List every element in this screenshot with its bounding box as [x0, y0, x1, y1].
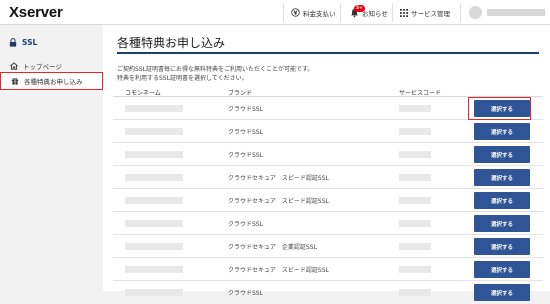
nav-notifications[interactable]: 5+ お知らせ — [350, 0, 388, 25]
service-code-redacted — [399, 105, 431, 112]
lock-icon — [9, 38, 17, 47]
service-code-redacted — [399, 128, 431, 135]
common-name-redacted — [125, 174, 183, 181]
description-line-2: 特典を利用するSSL証明書を選択してください。 — [117, 75, 248, 82]
yen-circle-icon — [291, 8, 300, 17]
nav-service-management-label: サービス管理 — [411, 9, 450, 18]
common-name-redacted — [125, 289, 183, 296]
column-header-common-name: コモンネーム — [125, 90, 161, 97]
sidebar-item-label: 各種特典お申し込み — [24, 78, 83, 86]
user-name-redacted[interactable] — [487, 9, 545, 16]
service-code-redacted — [399, 197, 431, 204]
table-row: クラウドセキュア スピード認証SSL 選択する — [113, 189, 543, 212]
select-button[interactable]: 選択する — [474, 123, 530, 140]
sidebar-item-benefits[interactable]: 各種特典お申し込み — [0, 72, 103, 90]
top-bar: Xserver 料金支払い 5+ お知らせ サービス管理 — [0, 0, 550, 25]
service-code-redacted — [399, 289, 431, 296]
divider — [460, 3, 461, 22]
table-row: クラウドSSL 選択する — [113, 281, 543, 304]
common-name-redacted — [125, 151, 183, 158]
brand-cell: クラウドSSL — [228, 152, 263, 159]
xserver-logo[interactable]: Xserver — [9, 4, 63, 21]
select-button[interactable]: 選択する — [474, 238, 530, 255]
brand-cell: クラウドSSL — [228, 221, 263, 228]
brand-cell: クラウドセキュア 企業認証SSL — [228, 244, 317, 251]
bell-icon: 5+ — [350, 4, 365, 18]
table-row: クラウドセキュア スピード認証SSL 選択する — [113, 166, 543, 189]
gift-icon — [11, 77, 19, 85]
table-row: クラウドセキュア 企業認証SSL 選択する — [113, 235, 543, 258]
nav-notifications-label: お知らせ — [362, 9, 388, 18]
notification-badge: 5+ — [354, 4, 365, 12]
title-underline — [117, 52, 539, 54]
sidebar-title-label: SSL — [22, 38, 38, 47]
main-panel: 各種特典お申し込み ご契約SSL証明書毎にお得な無料特典をご利用いただくことが可… — [103, 25, 550, 301]
common-name-redacted — [125, 266, 183, 273]
select-button[interactable]: 選択する — [474, 215, 530, 232]
column-header-brand: ブランド — [228, 90, 253, 97]
common-name-redacted — [125, 105, 183, 112]
sidebar-item-label: トップページ — [23, 63, 62, 71]
service-code-redacted — [399, 174, 431, 181]
common-name-redacted — [125, 243, 183, 250]
sidebar: SSL トップページ 各種特典お申し込み — [0, 25, 103, 291]
brand-cell: クラウドセキュア スピード認証SSL — [228, 267, 329, 274]
sidebar-title: SSL — [9, 38, 37, 47]
common-name-redacted — [125, 197, 183, 204]
service-code-redacted — [399, 243, 431, 250]
select-button[interactable]: 選択する — [474, 192, 530, 209]
description-line-1: ご契約SSL証明書毎にお得な無料特典をご利用いただくことが可能です。 — [117, 66, 314, 73]
grid-icon — [400, 8, 408, 17]
service-code-redacted — [399, 220, 431, 227]
divider — [392, 3, 393, 22]
page-title: 各種特典お申し込み — [117, 36, 226, 50]
home-icon — [10, 62, 18, 70]
nav-payment[interactable]: 料金支払い — [291, 0, 336, 25]
nav-payment-label: 料金支払い — [303, 9, 336, 18]
divider — [283, 3, 284, 22]
brand-cell: クラウドセキュア スピード認証SSL — [228, 198, 329, 205]
table-row: クラウドセキュア スピード認証SSL 選択する — [113, 258, 543, 281]
table-row: クラウドSSL 選択する — [113, 143, 543, 166]
table-row: クラウドSSL 選択する — [113, 120, 543, 143]
select-button[interactable]: 選択する — [474, 169, 530, 186]
nav-service-management[interactable]: サービス管理 — [400, 0, 450, 25]
select-button[interactable]: 選択する — [474, 284, 530, 301]
column-header-service-code: サービスコード — [399, 90, 442, 97]
brand-cell: クラウドSSL — [228, 129, 263, 136]
brand-cell: クラウドSSL — [228, 290, 263, 297]
brand-cell: クラウドセキュア スピード認証SSL — [228, 175, 329, 182]
select-button[interactable]: 選択する — [474, 261, 530, 278]
table-header: コモンネーム ブランド サービスコード — [113, 87, 543, 97]
select-button[interactable]: 選択する — [474, 146, 530, 163]
table-row: クラウドSSL 選択する — [113, 212, 543, 235]
service-code-redacted — [399, 151, 431, 158]
highlight-outline — [468, 97, 531, 120]
avatar[interactable] — [469, 6, 482, 19]
common-name-redacted — [125, 220, 183, 227]
divider — [340, 3, 341, 22]
service-code-redacted — [399, 266, 431, 273]
brand-cell: クラウドSSL — [228, 106, 263, 113]
common-name-redacted — [125, 128, 183, 135]
